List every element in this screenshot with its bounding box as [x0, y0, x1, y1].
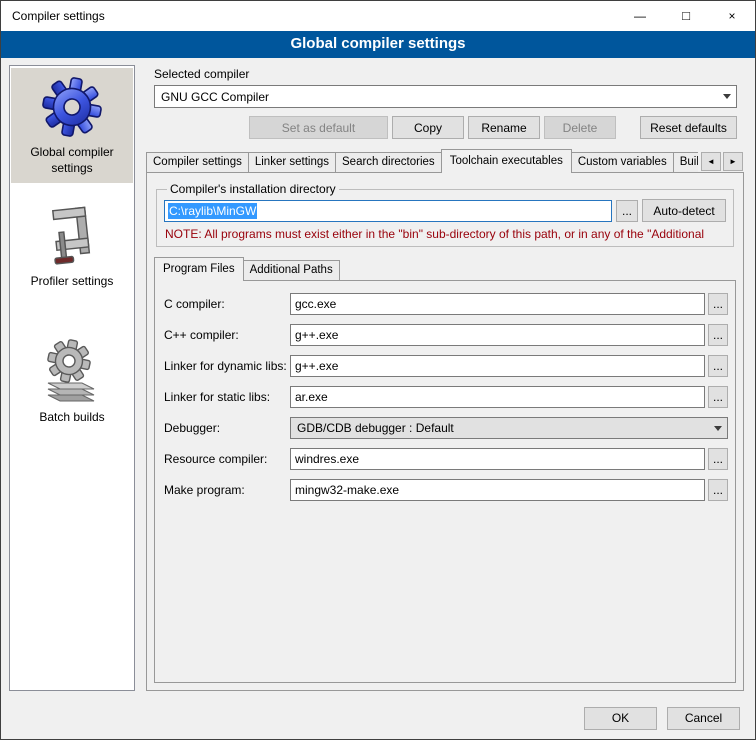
- delete-button: Delete: [544, 116, 616, 139]
- dynamic-linker-browse-button[interactable]: ...: [708, 355, 728, 377]
- set-as-default-button: Set as default: [249, 116, 388, 139]
- clamp-icon: [43, 205, 101, 267]
- main-panel: Selected compiler GNU GCC Compiler Set a…: [146, 65, 744, 691]
- debugger-select-value: GDB/CDB debugger : Default: [297, 421, 710, 435]
- compiler-button-row: Set as default Copy Rename Delete Reset …: [154, 116, 737, 139]
- sidebar-item-batch-builds[interactable]: Batch builds: [11, 331, 133, 433]
- compiler-settings-window: Compiler settings — □ × Global compiler …: [0, 0, 756, 740]
- sidebar-item-global-compiler-settings[interactable]: Global compiler settings: [11, 68, 133, 183]
- field-row-static-linker: Linker for static libs: ...: [164, 386, 728, 408]
- static-linker-browse-button[interactable]: ...: [708, 386, 728, 408]
- ok-button[interactable]: OK: [584, 707, 657, 730]
- close-button[interactable]: ×: [709, 1, 755, 31]
- tab-scroll-left-button[interactable]: ◄: [701, 152, 721, 171]
- debugger-select[interactable]: GDB/CDB debugger : Default: [290, 417, 728, 439]
- copy-button[interactable]: Copy: [392, 116, 464, 139]
- sidebar-item-label: Profiler settings: [31, 274, 114, 290]
- sidebar: Global compiler settings Profiler settin…: [9, 65, 135, 691]
- resource-compiler-browse-button[interactable]: ...: [708, 448, 728, 470]
- static-linker-input[interactable]: [290, 386, 705, 408]
- tab-linker-settings[interactable]: Linker settings: [248, 152, 336, 172]
- tab-scroll-right-button[interactable]: ►: [723, 152, 743, 171]
- subtab-program-files[interactable]: Program Files: [154, 257, 244, 281]
- field-label: Resource compiler:: [164, 452, 290, 466]
- dialog-footer: OK Cancel: [1, 697, 755, 739]
- field-row-resource-compiler: Resource compiler: ...: [164, 448, 728, 470]
- field-label: C++ compiler:: [164, 328, 290, 342]
- subtabstrip: Program Files Additional Paths: [154, 257, 736, 281]
- field-label: Debugger:: [164, 421, 290, 435]
- install-dir-value: C:\raylib\MinGW: [168, 203, 257, 219]
- field-label: C compiler:: [164, 297, 290, 311]
- rename-button[interactable]: Rename: [468, 116, 540, 139]
- chevron-down-icon: [723, 94, 731, 99]
- tab-toolchain-executables[interactable]: Toolchain executables: [441, 149, 572, 173]
- field-label: Make program:: [164, 483, 290, 497]
- field-row-cpp-compiler: C++ compiler: ...: [164, 324, 728, 346]
- note-text: NOTE: All programs must exist either in …: [165, 227, 725, 241]
- install-dir-input[interactable]: C:\raylib\MinGW: [164, 200, 612, 222]
- sidebar-item-label: Batch builds: [39, 410, 104, 426]
- resource-compiler-input[interactable]: [290, 448, 705, 470]
- autodetect-button[interactable]: Auto-detect: [642, 199, 726, 222]
- compiler-select[interactable]: GNU GCC Compiler: [154, 85, 737, 108]
- c-compiler-input[interactable]: [290, 293, 705, 315]
- reset-defaults-button[interactable]: Reset defaults: [640, 116, 737, 139]
- make-program-input[interactable]: [290, 479, 705, 501]
- install-dir-row: C:\raylib\MinGW ... Auto-detect: [164, 199, 726, 222]
- tab-custom-variables[interactable]: Custom variables: [571, 152, 674, 172]
- c-compiler-browse-button[interactable]: ...: [708, 293, 728, 315]
- cpp-compiler-input[interactable]: [290, 324, 705, 346]
- sidebar-item-label: Global compiler settings: [14, 145, 130, 176]
- dialog-header-title: Global compiler settings: [1, 31, 755, 58]
- blue-gear-icon: [41, 76, 103, 138]
- tab-scroll-buttons: ◄ ►: [698, 149, 744, 172]
- make-program-browse-button[interactable]: ...: [708, 479, 728, 501]
- minimize-button[interactable]: —: [617, 1, 663, 31]
- cancel-button[interactable]: Cancel: [667, 707, 740, 730]
- install-dir-browse-button[interactable]: ...: [616, 200, 638, 222]
- dynamic-linker-input[interactable]: [290, 355, 705, 377]
- maximize-button[interactable]: □: [663, 1, 709, 31]
- titlebar: Compiler settings — □ ×: [1, 1, 755, 31]
- field-row-make-program: Make program: ...: [164, 479, 728, 501]
- field-row-c-compiler: C compiler: ...: [164, 293, 728, 315]
- field-row-debugger: Debugger: GDB/CDB debugger : Default: [164, 417, 728, 439]
- install-dir-group-title: Compiler's installation directory: [167, 182, 339, 196]
- tab-search-directories[interactable]: Search directories: [335, 152, 442, 172]
- field-row-dynamic-linker: Linker for dynamic libs: ...: [164, 355, 728, 377]
- subtab-additional-paths[interactable]: Additional Paths: [243, 260, 340, 280]
- stacked-gears-icon: [42, 339, 102, 403]
- program-files-pane: C compiler: ... C++ compiler: ... Linker…: [154, 280, 736, 683]
- sidebar-item-profiler-settings[interactable]: Profiler settings: [11, 197, 133, 297]
- dialog-body: Global compiler settings Profiler settin…: [1, 58, 755, 697]
- settings-tabstrip: Compiler settings Linker settings Search…: [146, 149, 744, 173]
- field-label: Linker for static libs:: [164, 390, 290, 404]
- field-label: Linker for dynamic libs:: [164, 359, 290, 373]
- window-title: Compiler settings: [1, 1, 617, 31]
- cpp-compiler-browse-button[interactable]: ...: [708, 324, 728, 346]
- install-dir-group: Compiler's installation directory C:\ray…: [156, 182, 734, 247]
- tab-compiler-settings[interactable]: Compiler settings: [146, 152, 249, 172]
- program-files-section: Program Files Additional Paths C compile…: [154, 257, 736, 683]
- compiler-select-value: GNU GCC Compiler: [161, 90, 719, 104]
- chevron-down-icon: [714, 426, 722, 431]
- selected-compiler-label: Selected compiler: [154, 67, 744, 81]
- toolchain-executables-pane: Compiler's installation directory C:\ray…: [146, 172, 744, 691]
